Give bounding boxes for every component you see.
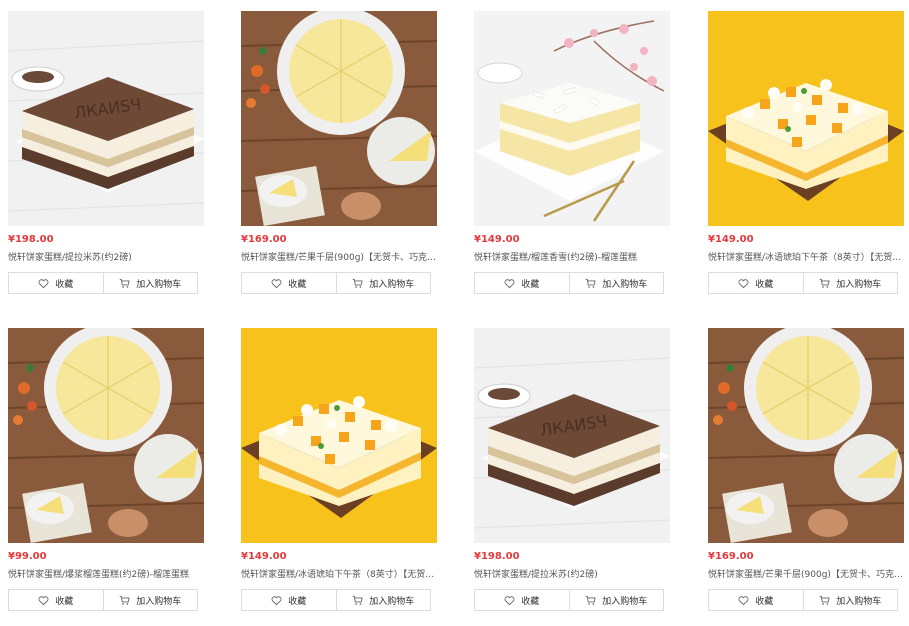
- favorite-label: 收藏: [288, 596, 307, 607]
- product-grid: ЛКАИSЧ ¥198.00 悦轩饼家蛋糕/提拉米苏(约2磅) 收藏 加入购物车: [8, 11, 904, 617]
- heart-icon: [271, 278, 282, 289]
- product-card[interactable]: ¥169.00 悦轩饼家蛋糕/芒果千层(900g)【无贺卡、巧克力牌】 收藏 加…: [241, 11, 437, 294]
- product-image[interactable]: [241, 11, 437, 226]
- product-image[interactable]: [708, 328, 904, 543]
- add-to-cart-button[interactable]: 加入购物车: [102, 273, 197, 293]
- product-photo-mango-crepe[interactable]: [8, 328, 204, 543]
- add-to-cart-button[interactable]: 加入购物车: [335, 590, 430, 610]
- favorite-button[interactable]: 收藏: [242, 590, 336, 610]
- favorite-label: 收藏: [521, 279, 540, 290]
- product-image[interactable]: [474, 11, 670, 226]
- heart-icon: [271, 595, 282, 606]
- favorite-button[interactable]: 收藏: [9, 590, 103, 610]
- favorite-button[interactable]: 收藏: [9, 273, 103, 293]
- product-title[interactable]: 悦轩饼家蛋糕/冰语琥珀下午茶（8英寸）【无贺卡】: [241, 569, 437, 582]
- favorite-button[interactable]: 收藏: [709, 273, 803, 293]
- product-card[interactable]: ЛКАИSЧ ¥198.00 悦轩饼家蛋糕/提拉米苏(约2磅) 收藏 加入购物车: [474, 328, 670, 611]
- product-image[interactable]: [708, 11, 904, 226]
- cart-icon: [819, 595, 830, 606]
- product-title[interactable]: 悦轩饼家蛋糕/芒果千层(900g)【无贺卡、巧克力牌】: [241, 252, 437, 265]
- product-actions: 收藏 加入购物车: [474, 589, 664, 611]
- add-to-cart-label: 加入购物车: [602, 279, 648, 290]
- cart-icon: [352, 595, 363, 606]
- product-title[interactable]: 悦轩饼家蛋糕/提拉米苏(约2磅): [474, 569, 670, 582]
- add-to-cart-label: 加入购物车: [602, 596, 648, 607]
- favorite-label: 收藏: [55, 596, 74, 607]
- product-card[interactable]: ЛКАИSЧ ¥198.00 悦轩饼家蛋糕/提拉米苏(约2磅) 收藏 加入购物车: [8, 11, 204, 294]
- product-actions: 收藏 加入购物车: [8, 272, 198, 294]
- add-to-cart-button[interactable]: 加入购物车: [802, 273, 897, 293]
- product-photo-amber-tea[interactable]: [241, 328, 437, 543]
- product-photo-mango-crepe[interactable]: [708, 328, 904, 543]
- product-actions: 收藏 加入购物车: [474, 272, 664, 294]
- favorite-label: 收藏: [288, 279, 307, 290]
- add-to-cart-label: 加入购物车: [369, 279, 415, 290]
- product-card[interactable]: ¥99.00 悦轩饼家蛋糕/爆浆榴莲蛋糕(约2磅)-榴莲蛋糕 收藏 加入购物车: [8, 328, 204, 611]
- product-image[interactable]: ЛКАИSЧ: [8, 11, 204, 226]
- add-to-cart-label: 加入购物车: [136, 596, 182, 607]
- product-photo-tiramisu[interactable]: ЛКАИSЧ: [8, 11, 204, 226]
- product-actions: 收藏 加入购物车: [708, 272, 898, 294]
- product-actions: 收藏 加入购物车: [708, 589, 898, 611]
- product-title[interactable]: 悦轩饼家蛋糕/提拉米苏(约2磅): [8, 252, 204, 265]
- add-to-cart-label: 加入购物车: [136, 279, 182, 290]
- product-title[interactable]: 悦轩饼家蛋糕/芒果千层(900g)【无贺卡、巧克力牌】: [708, 569, 904, 582]
- product-price: ¥198.00: [8, 234, 54, 245]
- product-price: ¥149.00: [474, 234, 520, 245]
- product-price: ¥149.00: [241, 551, 287, 562]
- product-price: ¥169.00: [708, 551, 754, 562]
- product-actions: 收藏 加入购物车: [241, 272, 431, 294]
- heart-icon: [504, 278, 515, 289]
- product-price: ¥149.00: [708, 234, 754, 245]
- favorite-label: 收藏: [755, 279, 774, 290]
- product-photo-mango-crepe[interactable]: [241, 11, 437, 226]
- add-to-cart-button[interactable]: 加入购物车: [102, 590, 197, 610]
- product-price: ¥198.00: [474, 551, 520, 562]
- add-to-cart-button[interactable]: 加入购物车: [568, 590, 663, 610]
- product-card[interactable]: ¥169.00 悦轩饼家蛋糕/芒果千层(900g)【无贺卡、巧克力牌】 收藏 加…: [708, 328, 904, 611]
- product-actions: 收藏 加入购物车: [241, 589, 431, 611]
- favorite-button[interactable]: 收藏: [475, 273, 569, 293]
- cart-icon: [119, 278, 130, 289]
- product-photo-amber-tea[interactable]: [708, 11, 904, 226]
- product-price: ¥169.00: [241, 234, 287, 245]
- heart-icon: [738, 278, 749, 289]
- add-to-cart-button[interactable]: 加入购物车: [335, 273, 430, 293]
- product-actions: 收藏 加入购物车: [8, 589, 198, 611]
- product-photo-durian-snow[interactable]: [474, 11, 670, 226]
- heart-icon: [738, 595, 749, 606]
- product-photo-tiramisu[interactable]: ЛКАИSЧ: [474, 328, 670, 543]
- favorite-label: 收藏: [755, 596, 774, 607]
- add-to-cart-button[interactable]: 加入购物车: [802, 590, 897, 610]
- favorite-label: 收藏: [55, 279, 74, 290]
- cart-icon: [119, 595, 130, 606]
- product-title[interactable]: 悦轩饼家蛋糕/冰语琥珀下午茶（8英寸）【无贺卡】: [708, 252, 904, 265]
- add-to-cart-label: 加入购物车: [836, 279, 882, 290]
- cart-icon: [819, 278, 830, 289]
- heart-icon: [504, 595, 515, 606]
- favorite-button[interactable]: 收藏: [709, 590, 803, 610]
- heart-icon: [38, 595, 49, 606]
- cart-icon: [585, 278, 596, 289]
- product-title[interactable]: 悦轩饼家蛋糕/榴莲香雪(约2磅)-榴莲蛋糕: [474, 252, 670, 265]
- product-image[interactable]: [241, 328, 437, 543]
- heart-icon: [38, 278, 49, 289]
- favorite-label: 收藏: [521, 596, 540, 607]
- cart-icon: [352, 278, 363, 289]
- product-card[interactable]: ¥149.00 悦轩饼家蛋糕/榴莲香雪(约2磅)-榴莲蛋糕 收藏 加入购物车: [474, 11, 670, 294]
- product-image[interactable]: ЛКАИSЧ: [474, 328, 670, 543]
- favorite-button[interactable]: 收藏: [242, 273, 336, 293]
- add-to-cart-button[interactable]: 加入购物车: [568, 273, 663, 293]
- favorite-button[interactable]: 收藏: [475, 590, 569, 610]
- product-card[interactable]: ¥149.00 悦轩饼家蛋糕/冰语琥珀下午茶（8英寸）【无贺卡】 收藏 加入购物…: [241, 328, 437, 611]
- product-image[interactable]: [8, 328, 204, 543]
- product-title[interactable]: 悦轩饼家蛋糕/爆浆榴莲蛋糕(约2磅)-榴莲蛋糕: [8, 569, 204, 582]
- product-card[interactable]: ¥149.00 悦轩饼家蛋糕/冰语琥珀下午茶（8英寸）【无贺卡】 收藏 加入购物…: [708, 11, 904, 294]
- product-price: ¥99.00: [8, 551, 47, 562]
- cart-icon: [585, 595, 596, 606]
- add-to-cart-label: 加入购物车: [369, 596, 415, 607]
- add-to-cart-label: 加入购物车: [836, 596, 882, 607]
